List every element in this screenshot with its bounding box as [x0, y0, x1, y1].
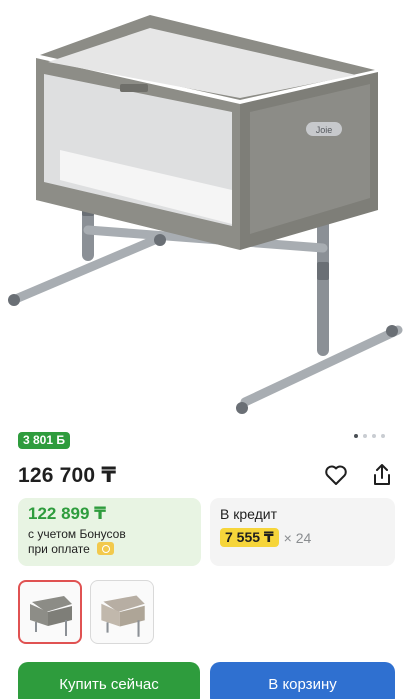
bonus-offer-card[interactable]: 122 899 ₸ с учетом Бонусов при оплате	[18, 498, 201, 566]
bonus-points-badge: 3 801 Б	[18, 432, 70, 449]
buy-now-button[interactable]: Купить сейчас	[18, 662, 200, 699]
gallery-thumbnail[interactable]	[90, 580, 154, 644]
credit-offer-card[interactable]: В кредит 7 555 ₸ × 24	[210, 498, 395, 566]
bonus-coin-icon	[97, 542, 115, 555]
pager-dot[interactable]	[354, 434, 358, 438]
credit-term: × 24	[283, 529, 312, 546]
share-button[interactable]	[369, 462, 395, 488]
bonus-note-line1: с учетом Бонусов	[28, 527, 126, 541]
price-row: 126 700 ₸	[18, 458, 395, 492]
thumbnail-image	[30, 596, 72, 636]
add-to-cart-button[interactable]: В корзину	[210, 662, 395, 699]
pager-dot[interactable]	[372, 434, 376, 438]
gallery-thumbnail[interactable]	[18, 580, 82, 644]
product-image[interactable]: Joie	[0, 0, 413, 425]
pager-dot[interactable]	[363, 434, 367, 438]
gallery-pager	[354, 434, 385, 438]
bonus-note: с учетом Бонусов при оплате	[28, 527, 191, 557]
share-icon	[374, 464, 390, 485]
price-actions	[323, 462, 395, 488]
product-price: 126 700 ₸	[18, 463, 117, 487]
bonus-note-line2: при оплате	[28, 542, 90, 556]
brand-logo-text: Joie	[316, 125, 333, 135]
credit-monthly-amount: 7 555 ₸	[220, 528, 279, 547]
favorite-button[interactable]	[323, 462, 349, 488]
credit-row: 7 555 ₸ × 24	[220, 528, 385, 547]
credit-title: В кредит	[220, 506, 278, 522]
pager-dot[interactable]	[381, 434, 385, 438]
thumbnail-image	[101, 595, 145, 637]
heart-icon	[325, 465, 347, 485]
bonus-price: 122 899 ₸	[28, 504, 107, 523]
